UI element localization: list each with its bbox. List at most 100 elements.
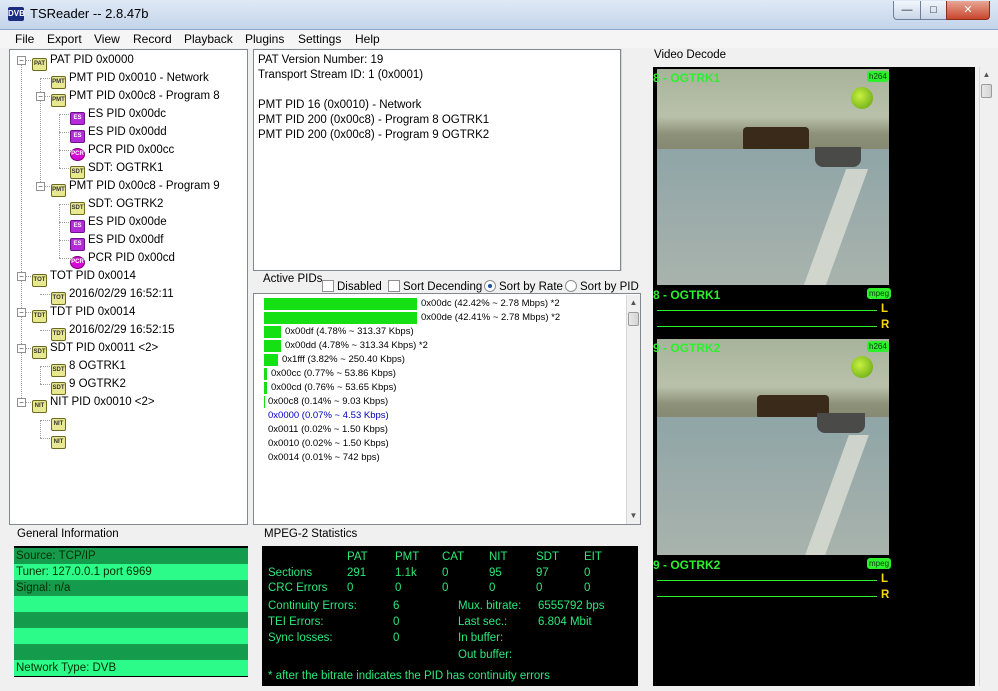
active-pids-scroll-thumb[interactable] [628, 312, 639, 326]
tree-item[interactable]: NIT [51, 429, 69, 449]
general-info-row: Tuner: 127.0.0.1 port 6969 [14, 564, 248, 580]
sync-value: 0 [393, 632, 400, 644]
tree-item[interactable]: PCR PCR PID 0x00cc [70, 141, 174, 161]
video-scroll-up-icon[interactable]: ▲ [980, 67, 993, 83]
tree-item[interactable]: TOT TOT PID 0x0014 [32, 267, 136, 287]
pat-info-line: Transport Stream ID: 1 (0x0001) [258, 69, 424, 81]
tree-item-label: ES PID 0x00dd [88, 126, 167, 138]
menu-playback[interactable]: Playback [184, 32, 233, 46]
ch1-audio-title: 8 - OGTRK1 [653, 288, 721, 302]
sort-descending-check-box[interactable] [388, 280, 400, 292]
pat-info-scrollbar[interactable] [621, 49, 635, 271]
active-pids-scrollbar[interactable]: ▲ ▼ [626, 295, 640, 524]
menu-settings[interactable]: Settings [298, 32, 341, 46]
maximize-button[interactable]: □ [920, 1, 947, 20]
pid-row[interactable]: 0x0000 (0.07% ~ 4.53 Kbps) [268, 409, 389, 422]
tree-item[interactable]: NIT NIT PID 0x0010 <2> [32, 393, 155, 413]
video-decode-scrollbar[interactable]: ▲ [979, 67, 993, 686]
tree-item[interactable]: SDT SDT PID 0x0011 <2> [32, 339, 158, 359]
pid-row[interactable]: 0x0011 (0.02% ~ 1.50 Kbps) [268, 423, 388, 436]
tree-item[interactable]: PMT PMT PID 0x0010 - Network [51, 69, 209, 89]
tree-expander-icon[interactable]: − [36, 182, 45, 191]
tree-item[interactable]: SDT 9 OGTRK2 [51, 375, 126, 395]
tot-table-icon: TOT [32, 274, 47, 287]
tree-item[interactable]: PMT PMT PID 0x00c8 - Program 9 [51, 177, 220, 197]
tree-item[interactable]: SDT SDT: OGTRK1 [70, 159, 163, 179]
crc-sdt: 0 [536, 582, 543, 594]
scroll-up-icon[interactable]: ▲ [627, 295, 640, 311]
crc-pmt: 0 [395, 582, 402, 594]
tree-item[interactable]: TOT 2016/02/29 16:52:11 [51, 285, 174, 305]
menu-plugins[interactable]: Plugins [245, 32, 284, 46]
pid-row[interactable]: 0x00c8 (0.14% ~ 9.03 Kbps) [268, 395, 388, 408]
last-sec-label: Last sec.: [458, 616, 508, 628]
pid-row[interactable]: 0x0014 (0.01% ~ 742 bps) [268, 451, 380, 464]
tree-expander-icon[interactable]: − [36, 92, 45, 101]
tree-item[interactable]: ES ES PID 0x00de [70, 213, 167, 233]
tree-item-label: TOT PID 0x0014 [50, 270, 136, 282]
tree-expander-icon[interactable]: − [17, 272, 26, 281]
video-scroll-thumb[interactable] [981, 84, 992, 98]
tree-expander-icon[interactable]: − [17, 344, 26, 353]
sort-by-rate-radio[interactable]: Sort by Rate [484, 280, 563, 293]
pid-row[interactable]: 0x00dd (4.78% ~ 313.34 Kbps) *2 [285, 339, 428, 352]
menu-view[interactable]: View [94, 32, 120, 46]
menu-file[interactable]: File [15, 32, 34, 46]
tree-item[interactable]: ES ES PID 0x00df [70, 231, 163, 251]
active-pids-list[interactable]: 0x00dc (42.42% ~ 2.78 Mbps) *2 0x00de (42… [253, 293, 641, 525]
menu-bar: File Export View Record Playback Plugins… [0, 30, 998, 48]
disabled-checkbox[interactable]: Disabled [322, 280, 382, 293]
tree-item[interactable]: PAT PAT PID 0x0000 [32, 51, 134, 71]
pid-row[interactable]: 0x00cc (0.77% ~ 53.86 Kbps) [271, 367, 396, 380]
tree-item[interactable]: PCR PCR PID 0x00cd [70, 249, 175, 269]
tei-value: 0 [393, 616, 400, 628]
tree-item-label: ES PID 0x00de [88, 216, 167, 228]
pid-row[interactable]: 0x0010 (0.02% ~ 1.50 Kbps) [268, 437, 389, 450]
tree-item[interactable]: PMT PMT PID 0x00c8 - Program 8 [51, 87, 220, 107]
tree-item[interactable]: ES ES PID 0x00dc [70, 105, 166, 125]
tree-item[interactable]: TDT TDT PID 0x0014 [32, 303, 135, 323]
tree-expander-icon[interactable]: − [17, 56, 26, 65]
tree-item[interactable]: NIT [51, 411, 69, 431]
pid-row[interactable]: 0x00cd (0.76% ~ 53.65 Kbps) [271, 381, 396, 394]
tree-expander-icon[interactable]: − [17, 398, 26, 407]
pid-row[interactable]: 0x00de (42.41% ~ 2.78 Mbps) *2 [421, 311, 560, 324]
menu-help[interactable]: Help [355, 32, 380, 46]
general-info-row [14, 644, 248, 660]
sort-by-pid-radio-dot[interactable] [565, 280, 577, 292]
disabled-check-box[interactable] [322, 280, 334, 292]
pid-row[interactable]: 0x1fff (3.82% ~ 250.40 Kbps) [282, 353, 405, 366]
pat-info-line [258, 83, 616, 98]
sort-descending-checkbox[interactable]: Sort Decending [388, 280, 482, 293]
pid-row[interactable]: 0x00df (4.78% ~ 313.37 Kbps) [285, 325, 414, 338]
tree-item[interactable]: SDT 8 OGTRK1 [51, 357, 126, 377]
ch1-audio-right-label: R [881, 319, 890, 331]
tree-expander-icon[interactable]: − [17, 308, 26, 317]
pid-row[interactable]: 0x00dc (42.42% ~ 2.78 Mbps) *2 [421, 297, 560, 310]
sort-by-pid-radio[interactable]: Sort by PID [565, 280, 639, 293]
tree-item[interactable]: TDT 2016/02/29 16:52:15 [51, 321, 175, 341]
window-title: TSReader -- 2.8.47b [30, 6, 149, 21]
scroll-down-icon[interactable]: ▼ [627, 508, 640, 524]
pat-info-line: PAT Version Number: 19 [258, 54, 384, 66]
pmt-table-icon: PMT [51, 184, 66, 197]
sort-by-pid-label: Sort by PID [580, 281, 639, 293]
header-pat: PAT [347, 551, 368, 563]
menu-record[interactable]: Record [133, 32, 172, 46]
minimize-button[interactable]: — [893, 1, 921, 20]
pid-tree[interactable]: − PAT PAT PID 0x0000 PMT PMT PID 0x0010 - Ne… [9, 49, 248, 525]
tree-item[interactable]: ES ES PID 0x00dd [70, 123, 167, 143]
sections-eit: 0 [584, 567, 591, 579]
sections-pat: 291 [347, 567, 367, 579]
maximize-icon: □ [930, 4, 937, 16]
pid-rate-bar [264, 354, 278, 366]
close-button[interactable]: ✕ [946, 1, 990, 20]
header-eit: EIT [584, 551, 602, 563]
video-decode-label: Video Decode [652, 49, 729, 61]
menu-export[interactable]: Export [47, 32, 82, 46]
sort-by-rate-radio-dot[interactable] [484, 280, 496, 292]
tree-item[interactable]: SDT SDT: OGTRK2 [70, 195, 163, 215]
video-decode-panel: 8 - OGTRK1 h264 8 - OGTRK1 mpeg L R 9 - … [653, 67, 975, 686]
active-pids-label: Active PIDs [261, 273, 325, 285]
continuity-label: Continuity Errors: [268, 600, 357, 612]
